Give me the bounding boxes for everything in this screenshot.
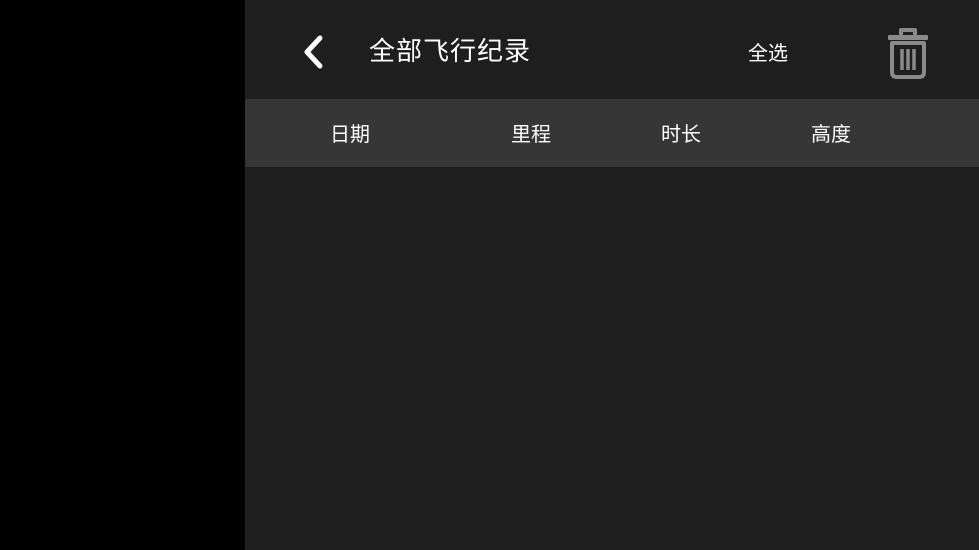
select-all-button[interactable]: 全选	[748, 39, 788, 67]
column-header-date: 日期	[330, 122, 370, 146]
page-title: 全部飞行纪录	[369, 37, 532, 67]
chevron-left-icon	[304, 35, 323, 69]
column-header-distance: 里程	[511, 122, 551, 146]
flight-records-panel: 全部飞行纪录 全选 日期 里程 时长 高度	[245, 0, 979, 550]
top-bar: 全部飞行纪录 全选	[245, 0, 979, 99]
delete-button[interactable]	[884, 26, 932, 80]
table-header: 日期 里程 时长 高度	[245, 99, 979, 167]
trash-icon	[888, 28, 928, 79]
left-empty-pane	[0, 0, 245, 550]
back-button[interactable]	[295, 30, 335, 74]
column-header-duration: 时长	[661, 122, 701, 146]
column-header-altitude: 高度	[811, 122, 851, 146]
flight-record-list[interactable]	[245, 167, 979, 550]
